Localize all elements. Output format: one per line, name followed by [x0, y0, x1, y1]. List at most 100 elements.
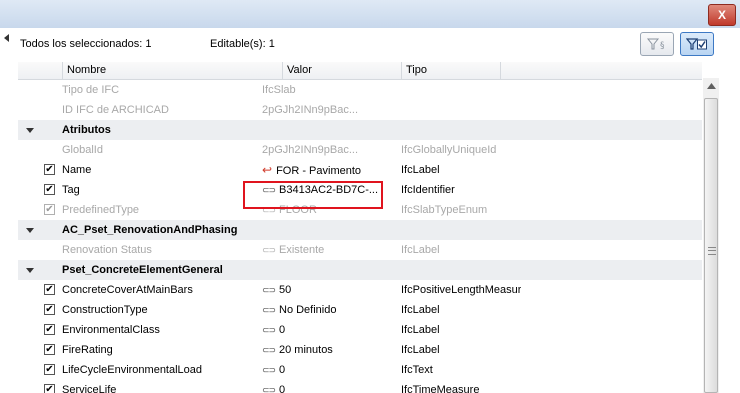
- close-icon: X: [717, 8, 726, 22]
- link-icon: ⊂⊃: [262, 385, 276, 393]
- property-value-text: Existente: [279, 244, 325, 256]
- property-value[interactable]: ⊂⊃ No Definido: [262, 300, 398, 320]
- table-row[interactable]: ✔ FireRating ⊂⊃ 20 minutos IfcLabel: [18, 340, 702, 360]
- property-value[interactable]: ⊂⊃ Existente: [262, 240, 398, 260]
- table-row[interactable]: Renovation Status ⊂⊃ Existente IfcLabel: [18, 240, 702, 260]
- window-titlebar: X: [0, 0, 740, 29]
- link-icon: ⊂⊃: [262, 285, 276, 295]
- column-header-type[interactable]: Tipo: [401, 62, 501, 79]
- collapse-panel-icon[interactable]: [4, 34, 9, 42]
- property-name: GlobalId: [62, 144, 103, 156]
- property-type: [401, 80, 521, 100]
- property-type: IfcLabel: [401, 304, 440, 316]
- row-checkbox[interactable]: ✔: [44, 364, 55, 375]
- undo-icon: ↩: [262, 163, 273, 177]
- table-row[interactable]: ID IFC de ARCHICAD 2pGJh2INn9pBac...: [18, 100, 702, 120]
- row-checkbox[interactable]: ✔: [44, 164, 55, 175]
- row-checkbox[interactable]: ✔: [44, 204, 55, 215]
- property-value-text: 50: [279, 284, 292, 296]
- property-name: LifeCycleEnvironmentalLoad: [62, 364, 203, 376]
- table-row[interactable]: ✔ LifeCycleEnvironmentalLoad ⊂⊃ 0 IfcText: [18, 360, 702, 380]
- property-value[interactable]: 2pGJh2INn9pBac...: [262, 100, 398, 120]
- property-value-text: IfcSlab: [262, 84, 296, 96]
- property-value-text: 0: [279, 364, 286, 376]
- property-type: IfcLabel: [401, 244, 440, 256]
- property-type: IfcLabel: [401, 164, 440, 176]
- row-checkbox[interactable]: ✔: [44, 184, 55, 195]
- table-row[interactable]: ✔ EnvironmentalClass ⊂⊃ 0 IfcLabel: [18, 320, 702, 340]
- property-type: IfcLabel: [401, 324, 440, 336]
- property-name: ConstructionType: [62, 304, 148, 316]
- link-icon: ⊂⊃: [262, 245, 276, 255]
- group-label: Pset_ConcreteElementGeneral: [62, 264, 223, 276]
- property-value[interactable]: ⊂⊃ 0: [262, 380, 398, 393]
- close-button[interactable]: X: [708, 4, 736, 26]
- filter-icon: §: [646, 38, 665, 51]
- table-row[interactable]: ✔ ServiceLife ⊂⊃ 0 IfcTimeMeasure: [18, 380, 702, 393]
- link-icon: ⊂⊃: [262, 305, 276, 315]
- expand-triangle-icon[interactable]: [26, 268, 34, 273]
- table-row[interactable]: ✔ ConcreteCoverAtMainBars ⊂⊃ 50 IfcPositiveL…: [18, 280, 702, 300]
- link-icon: ⊂⊃: [262, 325, 276, 335]
- property-value-text: 0: [279, 384, 286, 393]
- group-row[interactable]: Atributos: [18, 120, 702, 140]
- row-checkbox[interactable]: ✔: [44, 384, 55, 393]
- property-type: [401, 100, 521, 120]
- property-value[interactable]: IfcSlab: [262, 80, 398, 100]
- column-header-name[interactable]: Nombre: [62, 62, 282, 79]
- property-value-text: 0: [279, 324, 286, 336]
- table-row[interactable]: ✔ ConstructionType ⊂⊃ No Definido IfcLabel: [18, 300, 702, 320]
- ifc-properties-panel: Todos los seleccionados: 1 Editable(s): …: [0, 28, 740, 393]
- properties-table: Nombre Valor Tipo Tipo de IFC IfcSlab ID I…: [18, 62, 702, 393]
- property-type: IfcGloballyUniqueId: [401, 144, 497, 156]
- row-checkbox[interactable]: ✔: [44, 284, 55, 295]
- group-label: Atributos: [62, 124, 111, 136]
- scroll-up-button[interactable]: [703, 78, 719, 94]
- editable-count-label: Editable(s): 1: [210, 38, 275, 50]
- row-checkbox[interactable]: ✔: [44, 304, 55, 315]
- vertical-scrollbar[interactable]: [703, 78, 719, 393]
- link-icon: ⊂⊃: [262, 345, 276, 355]
- property-value[interactable]: 2pGJh2INn9pBac...: [262, 140, 398, 160]
- link-icon: ⊂⊃: [262, 365, 276, 375]
- property-type: IfcTimeMeasure: [401, 384, 480, 393]
- column-header-value[interactable]: Valor: [282, 62, 401, 79]
- property-name: FireRating: [62, 344, 113, 356]
- expand-triangle-icon[interactable]: [26, 228, 34, 233]
- group-row[interactable]: AC_Pset_RenovationAndPhasing: [18, 220, 702, 240]
- expand-triangle-icon[interactable]: [26, 128, 34, 133]
- row-checkbox[interactable]: ✔: [44, 344, 55, 355]
- property-type: IfcPositiveLengthMeasure: [401, 284, 521, 296]
- property-value[interactable]: ⊂⊃ 50: [262, 280, 398, 300]
- group-label: AC_Pset_RenovationAndPhasing: [62, 224, 238, 236]
- scroll-grip-icon: [708, 247, 716, 255]
- svg-text:§: §: [660, 41, 665, 51]
- filter-check-icon: [686, 38, 707, 50]
- filter-properties-button[interactable]: §: [640, 32, 674, 56]
- row-checkbox[interactable]: ✔: [44, 324, 55, 335]
- property-value[interactable]: ⊂⊃ 0: [262, 320, 398, 340]
- property-name: Name: [62, 164, 92, 176]
- property-type: IfcSlabTypeEnum: [401, 204, 488, 216]
- table-row[interactable]: Tipo de IFC IfcSlab: [18, 80, 702, 100]
- scroll-thumb[interactable]: [704, 98, 718, 393]
- selected-count-label: Todos los seleccionados: 1: [20, 38, 152, 50]
- property-name: ID IFC de ARCHICAD: [62, 104, 169, 116]
- property-name: Tipo de IFC: [62, 84, 120, 96]
- property-name: ServiceLife: [62, 384, 117, 393]
- filter-active-button[interactable]: [680, 32, 714, 56]
- property-value-text: FOR - Pavimento: [276, 165, 362, 177]
- property-value-text: 20 minutos: [279, 344, 333, 356]
- property-name: EnvironmentalClass: [62, 324, 160, 336]
- table-row[interactable]: ✔ Name ↩ FOR - Pavimento IfcLabel: [18, 160, 702, 180]
- highlight-box: [243, 181, 383, 209]
- table-row[interactable]: GlobalId 2pGJh2INn9pBac... IfcGloballyUniq…: [18, 140, 702, 160]
- property-name: Renovation Status: [62, 244, 152, 256]
- property-value[interactable]: ↩ FOR - Pavimento: [262, 160, 398, 180]
- property-value-text: 2pGJh2INn9pBac...: [262, 144, 359, 156]
- property-value-text: 2pGJh2INn9pBac...: [262, 104, 359, 116]
- property-type: IfcLabel: [401, 344, 440, 356]
- property-value[interactable]: ⊂⊃ 0: [262, 360, 398, 380]
- group-row[interactable]: Pset_ConcreteElementGeneral: [18, 260, 702, 280]
- property-value[interactable]: ⊂⊃ 20 minutos: [262, 340, 398, 360]
